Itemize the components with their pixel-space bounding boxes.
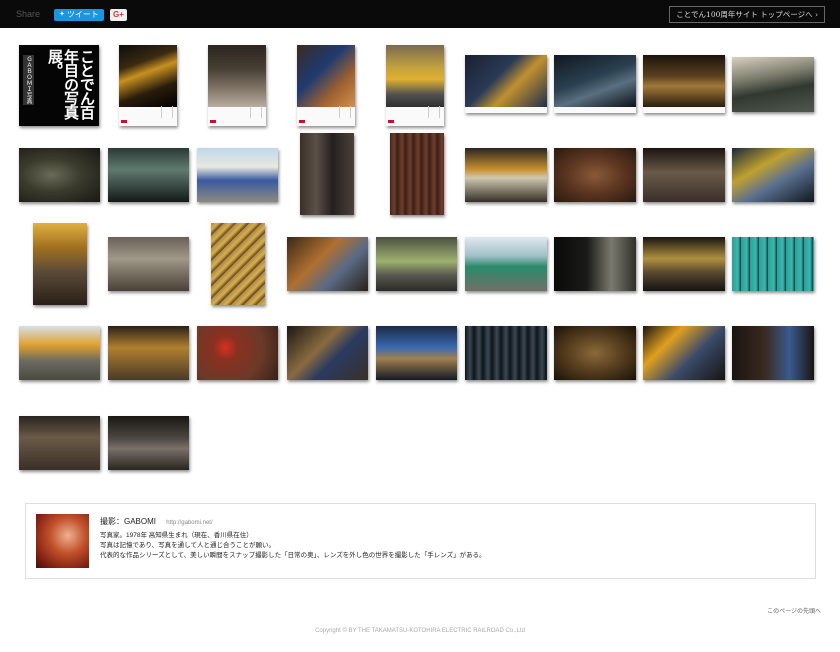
- poster-thumbnail[interactable]: [208, 45, 266, 126]
- poster-photo: [465, 55, 547, 107]
- bio-line: 写真は記憶であり、写真を通して人と通じ合うことが願い。: [100, 542, 275, 549]
- poster-thumbnail[interactable]: [386, 45, 444, 126]
- poster-thumbnail[interactable]: [465, 55, 547, 113]
- photographer-profile: 撮影：GABOMI http://gabomi.net/ 写真家。1978年 高…: [25, 503, 816, 579]
- cover-thumbnail[interactable]: ことでん百年目の写真展。 ＧＡＢＯＭＩ写真: [19, 45, 99, 126]
- photo-thumbnail[interactable]: [19, 416, 100, 470]
- photo-thumbnail[interactable]: [19, 148, 100, 202]
- poster-photo: [208, 45, 266, 107]
- photo-thumbnail[interactable]: [108, 326, 189, 380]
- logo-mark: [210, 120, 216, 123]
- photo-thumbnail[interactable]: [287, 326, 368, 380]
- photo-thumbnail[interactable]: [465, 326, 547, 380]
- photo-thumbnail[interactable]: [732, 148, 814, 202]
- poster-thumbnail[interactable]: [297, 45, 355, 126]
- logo-mark: [121, 120, 127, 123]
- bio-line: 代表的な作品シリーズとして、美しい瞬間をスナップ撮影した「日常の奥」、レンズを外…: [100, 552, 486, 559]
- photo-thumbnail[interactable]: [376, 237, 457, 291]
- photo-thumbnail[interactable]: [554, 237, 636, 291]
- photo-thumbnail[interactable]: [33, 223, 87, 305]
- photo-thumbnail[interactable]: [287, 237, 368, 291]
- bio-line: 写真家。1978年 高知県生まれ（現在、香川県在住）: [100, 532, 253, 539]
- photo-thumbnail[interactable]: [554, 148, 636, 202]
- cover-subtitle: ＧＡＢＯＭＩ写真: [23, 55, 34, 105]
- copyright-text: Copyright © BY THE TAKAMATSU-KOTOHIRA EL…: [315, 628, 525, 634]
- poster-text: [339, 106, 351, 118]
- cover-title: ことでん百年目の写真展。: [46, 49, 96, 119]
- page-top-link[interactable]: このページの先頭へ: [767, 606, 821, 615]
- photographer-name: 撮影：GABOMI: [100, 517, 157, 526]
- photo-thumbnail[interactable]: [643, 237, 725, 291]
- photo-thumbnail[interactable]: [108, 237, 189, 291]
- photo-thumbnail[interactable]: [300, 133, 354, 215]
- photo-thumbnail[interactable]: [197, 326, 278, 380]
- photo-thumbnail[interactable]: [108, 416, 189, 470]
- photo-thumbnail[interactable]: [643, 326, 725, 380]
- logo-mark: [299, 120, 305, 123]
- photographer-bio: 写真家。1978年 高知県生まれ（現在、香川県在住） 写真は記憶であり、写真を通…: [100, 531, 486, 561]
- photo-thumbnail[interactable]: [732, 326, 814, 380]
- photo-thumbnail[interactable]: [732, 57, 814, 112]
- photographer-avatar: [36, 514, 89, 568]
- photo-thumbnail[interactable]: [376, 326, 457, 380]
- photo-thumbnail[interactable]: [19, 326, 100, 380]
- poster-photo: [386, 45, 444, 107]
- poster-photo: [643, 55, 725, 107]
- poster-thumbnail[interactable]: [554, 55, 636, 113]
- logo-mark: [388, 120, 394, 123]
- photo-thumbnail[interactable]: [732, 237, 814, 291]
- photo-thumbnail[interactable]: [643, 148, 725, 202]
- photo-gallery: ことでん百年目の写真展。 ＧＡＢＯＭＩ写真: [0, 0, 840, 480]
- poster-photo: [297, 45, 355, 107]
- poster-thumbnail[interactable]: [643, 55, 725, 113]
- poster-text: [428, 106, 440, 118]
- photo-thumbnail[interactable]: [465, 237, 547, 291]
- photo-thumbnail[interactable]: [211, 223, 265, 305]
- poster-thumbnail[interactable]: [119, 45, 177, 126]
- poster-photo: [554, 55, 636, 107]
- poster-text: [250, 106, 262, 118]
- photo-thumbnail[interactable]: [554, 326, 636, 380]
- photo-thumbnail[interactable]: [108, 148, 189, 202]
- photo-thumbnail[interactable]: [390, 133, 444, 215]
- photo-thumbnail[interactable]: [197, 148, 278, 202]
- photographer-credit: 撮影：GABOMI http://gabomi.net/: [100, 516, 213, 527]
- photo-thumbnail[interactable]: [465, 148, 547, 202]
- photographer-url-link[interactable]: http://gabomi.net/: [166, 520, 212, 526]
- poster-photo: [119, 45, 177, 107]
- poster-text: [161, 106, 173, 118]
